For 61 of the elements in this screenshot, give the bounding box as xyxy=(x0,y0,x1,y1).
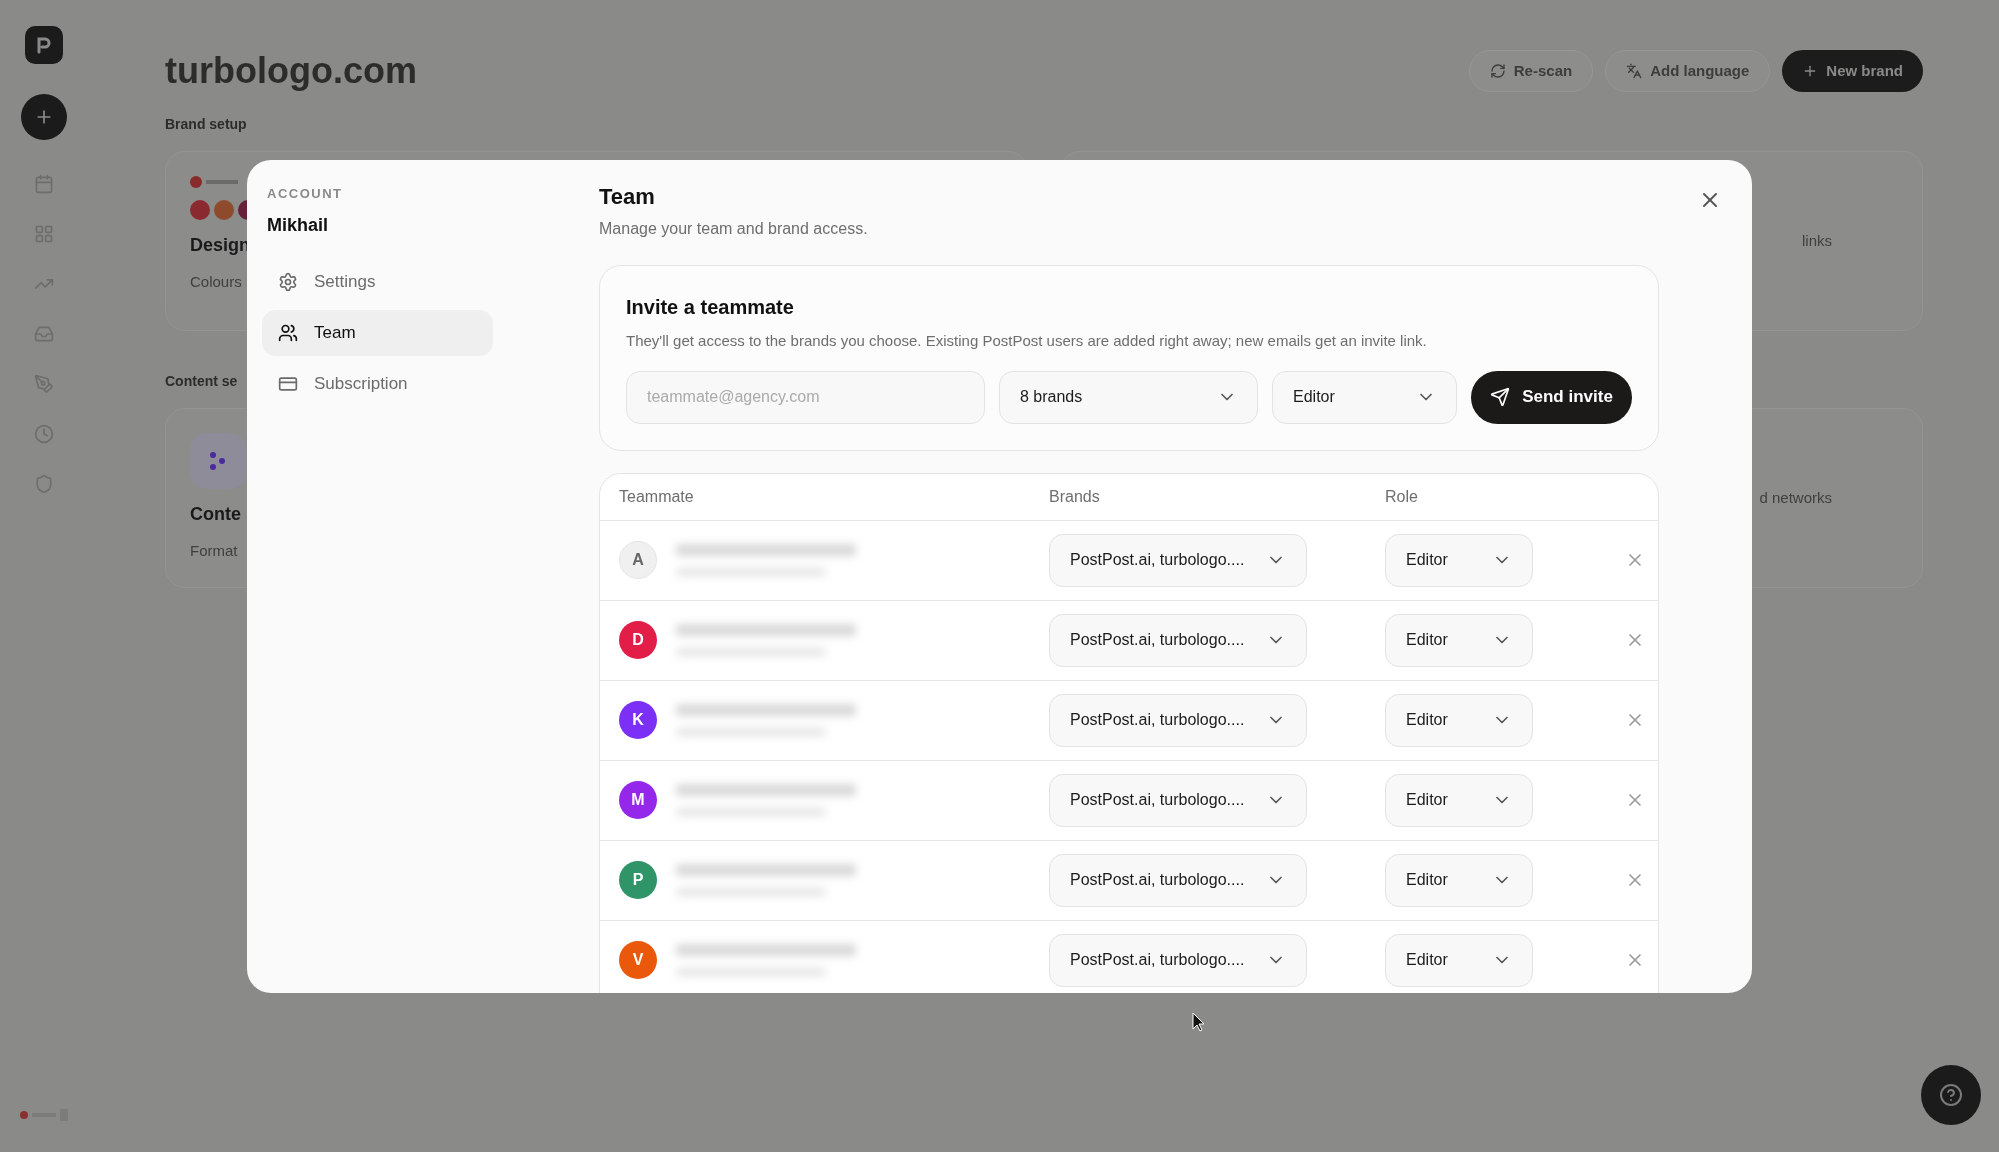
avatar: P xyxy=(619,861,657,899)
section-label: Content se xyxy=(165,372,238,391)
nav-item[interactable]: Team xyxy=(262,309,493,356)
page-title: turbologo.com xyxy=(165,49,417,93)
pen-icon[interactable] xyxy=(34,374,54,394)
grid-icon[interactable] xyxy=(34,224,54,244)
role-select[interactable]: Editor xyxy=(1385,693,1533,747)
refresh-icon xyxy=(1489,63,1506,79)
column-header: Role xyxy=(1385,486,1419,507)
avatar: D xyxy=(619,621,657,659)
account-name: Mikhail xyxy=(266,213,329,237)
avatar: K xyxy=(619,701,657,739)
email-field[interactable]: teammate@agency.com xyxy=(626,370,985,424)
role-select[interactable]: Editor xyxy=(1385,533,1533,587)
brands-select[interactable]: PostPost.ai, turbologo.... xyxy=(1049,933,1307,987)
brands-select[interactable]: 8 brands xyxy=(999,370,1258,424)
card-subtitle: links xyxy=(1802,230,1832,251)
card-subtitle: d networks xyxy=(1759,487,1832,508)
account-label: ACCOUNT xyxy=(266,185,344,203)
avatar: V xyxy=(619,941,657,979)
help-button[interactable] xyxy=(1921,1065,1981,1125)
nav-item[interactable]: Settings xyxy=(262,258,493,305)
nav-item[interactable]: Subscription xyxy=(262,360,493,407)
people-icon xyxy=(278,322,298,343)
dialog-title: Team xyxy=(599,183,656,211)
translate-icon xyxy=(1626,63,1643,79)
add-button[interactable] xyxy=(21,94,67,140)
send-invite-button[interactable]: Send invite xyxy=(1471,370,1632,424)
invite-description: They'll get access to the brands you choose. Existing PostPost users are added right away; new emails get an invite link. xyxy=(626,331,1428,351)
help-icon xyxy=(1939,1083,1963,1107)
brands-select[interactable]: PostPost.ai, turbologo.... xyxy=(1049,853,1307,907)
card-title: Design xyxy=(190,234,250,257)
brands-select[interactable]: PostPost.ai, turbologo.... xyxy=(1049,693,1307,747)
role-select[interactable]: Editor xyxy=(1385,613,1533,667)
content-type-icon xyxy=(190,433,246,489)
section-label: Brand setup xyxy=(165,115,247,134)
avatar: A xyxy=(619,541,657,579)
column-header: Brands xyxy=(1049,486,1101,507)
column-header: Teammate xyxy=(618,486,695,507)
brands-select[interactable]: PostPost.ai, turbologo.... xyxy=(1049,533,1307,587)
role-select[interactable]: Editor xyxy=(1385,773,1533,827)
avatar: M xyxy=(619,781,657,819)
invite-title: Invite a teammate xyxy=(626,295,795,320)
dialog-subtitle: Manage your team and brand access. xyxy=(599,219,868,239)
card-subtitle: Format xyxy=(190,541,238,561)
settings-icon xyxy=(278,271,298,292)
app-logo-icon xyxy=(25,26,63,64)
card-title: Conte xyxy=(190,503,241,526)
clock-icon[interactable] xyxy=(34,424,54,444)
role-select[interactable]: Editor xyxy=(1385,933,1533,987)
brands-select[interactable]: PostPost.ai, turbologo.... xyxy=(1049,613,1307,667)
mouse-cursor-icon xyxy=(1192,1012,1205,1032)
send-icon xyxy=(1490,387,1511,407)
card-subtitle: Colours xyxy=(190,272,242,292)
role-select[interactable]: Editor xyxy=(1272,370,1457,424)
new-brand-button[interactable]: New brand xyxy=(1782,50,1923,92)
role-select[interactable]: Editor xyxy=(1385,853,1533,907)
calendar-icon[interactable] xyxy=(34,174,54,194)
brands-select[interactable]: PostPost.ai, turbologo.... xyxy=(1049,773,1307,827)
inbox-icon[interactable] xyxy=(34,324,54,344)
shield-icon[interactable] xyxy=(34,474,54,494)
